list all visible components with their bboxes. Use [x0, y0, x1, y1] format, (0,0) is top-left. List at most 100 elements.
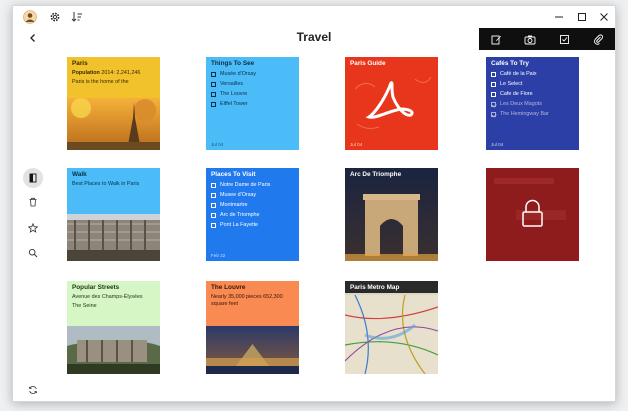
checklist-icon: [559, 34, 569, 44]
avatar-icon: [23, 10, 37, 24]
new-checklist-button[interactable]: [547, 28, 581, 50]
note-arc-de-triomphe[interactable]: Arc De Triomphe: [345, 168, 438, 261]
checkbox[interactable]: [211, 81, 216, 87]
note-title: Places To Visit: [211, 171, 256, 178]
checklist-item-label: Café de la Paix: [500, 70, 537, 77]
checklist-item[interactable]: Le Select: [486, 79, 579, 89]
checklist-item-checked[interactable]: Les Deux Magots: [486, 99, 579, 109]
checkbox[interactable]: [211, 222, 216, 228]
checkbox[interactable]: [211, 212, 216, 218]
note-title: Walk: [72, 171, 87, 178]
note-cafes-to-try[interactable]: Cafés To Try Café de la Paix Le Select C…: [486, 57, 579, 150]
note-title: Paris: [72, 60, 88, 67]
note-walk[interactable]: Walk Best Places to Walk in Paris: [67, 168, 160, 261]
edit-icon: [491, 35, 501, 44]
sidebar-notes-button[interactable]: [23, 168, 43, 188]
note-locked[interactable]: [486, 168, 579, 261]
checklist-item[interactable]: Notre Dame de Paris: [206, 180, 299, 190]
note-title: Paris Guide: [350, 60, 386, 67]
eiffel-tower-photo: [67, 98, 160, 150]
checklist-item[interactable]: Cafe de Flore: [486, 89, 579, 99]
sync-button[interactable]: [23, 380, 43, 400]
new-photo-note-button[interactable]: [513, 28, 547, 50]
checklist-item-label: Notre Dame de Paris: [220, 181, 271, 188]
new-attachment-button[interactable]: [581, 28, 615, 50]
note-paris[interactable]: Paris Population 2014: 2,241,246 Paris i…: [67, 57, 160, 150]
note-things-to-see[interactable]: Things To See Musée d'Orsay Versailles T…: [206, 57, 299, 150]
gear-icon: [50, 12, 60, 22]
checkbox[interactable]: [211, 192, 216, 198]
checklist-item-label: Les Deux Magots: [500, 100, 542, 107]
avatar[interactable]: [21, 6, 39, 28]
checklist-item-label: The Louvre: [220, 90, 248, 97]
checkbox[interactable]: [491, 91, 496, 97]
checklist-item[interactable]: Musée d'Orsay: [206, 69, 299, 79]
checklist-item[interactable]: Café de la Paix: [486, 69, 579, 79]
notes-icon: [29, 173, 37, 183]
note-places-to-visit[interactable]: Places To Visit Notre Dame de Paris Muse…: [206, 168, 299, 261]
checklist-item-label: The Hemingway Bar: [500, 110, 549, 117]
attach-icon: [593, 34, 603, 45]
search-icon: [28, 248, 38, 258]
checklist-item-label: Le Select: [500, 80, 523, 87]
note-date: Jul 04: [350, 142, 363, 147]
checklist-item-checked[interactable]: The Hemingway Bar: [486, 109, 579, 119]
checkbox[interactable]: [491, 71, 496, 77]
checkbox[interactable]: [211, 182, 216, 188]
settings-button[interactable]: [47, 6, 63, 28]
checklist-item[interactable]: Versailles: [206, 79, 299, 89]
sort-button[interactable]: [69, 6, 85, 28]
checkbox-checked[interactable]: [491, 111, 496, 117]
checkbox-checked[interactable]: [491, 101, 496, 107]
maximize-button[interactable]: [571, 6, 593, 28]
maximize-icon: [578, 13, 586, 21]
note-title: The Louvre: [211, 284, 246, 291]
checkbox[interactable]: [211, 71, 216, 77]
streets-photo: [67, 326, 160, 374]
checklist-item-label: Eiffel Tower: [220, 100, 248, 107]
minimize-button[interactable]: [548, 6, 570, 28]
new-note-toolbar: [479, 28, 615, 50]
checkbox[interactable]: [211, 101, 216, 107]
checklist-item[interactable]: The Louvre: [206, 89, 299, 99]
checklist-item-label: Montmartre: [220, 201, 248, 208]
note-title: Paris Metro Map: [345, 281, 438, 293]
checklist-item-label: Cafe de Flore: [500, 90, 533, 97]
checklist-item[interactable]: Eiffel Tower: [206, 99, 299, 109]
app-window: Travel Paris Population 2014: 2,241,246 …: [12, 5, 616, 402]
sidebar-favorites-button[interactable]: [23, 218, 43, 238]
checklist-item[interactable]: Pont La Fayette: [206, 220, 299, 230]
note-text-line: The Seine: [72, 303, 97, 309]
note-paris-guide[interactable]: Paris Guide Jul 04: [345, 57, 438, 150]
camera-icon: [524, 35, 536, 44]
checkbox[interactable]: [211, 91, 216, 97]
note-paris-metro-map[interactable]: Paris Metro Map: [345, 281, 438, 374]
population-label: Population: [72, 70, 100, 76]
sidebar-search-button[interactable]: [23, 243, 43, 263]
checklist-item[interactable]: Montmartre: [206, 200, 299, 210]
checklist-item-label: Versailles: [220, 80, 244, 87]
louvre-photo: [206, 326, 299, 374]
note-the-louvre[interactable]: The Louvre Nearly 35,000 pieces 652,300 …: [206, 281, 299, 374]
note-text-line: Avenue des Champs-Élysées: [72, 294, 143, 300]
checklist-item-label: Pont La Fayette: [220, 221, 259, 228]
note-text: Best Places to Walk in Paris: [72, 181, 140, 187]
checklist-item[interactable]: Musee d'Orsay: [206, 190, 299, 200]
lock-icon: [494, 178, 566, 227]
sync-icon: [28, 386, 38, 394]
new-text-note-button[interactable]: [479, 28, 513, 50]
walk-photo: [67, 214, 160, 261]
population-value: 2014: 2,241,246: [101, 70, 141, 76]
note-popular-streets[interactable]: Popular Streets Avenue des Champs-Élysée…: [67, 281, 160, 374]
checkbox[interactable]: [211, 202, 216, 208]
checkbox[interactable]: [491, 81, 496, 87]
note-date: Jul 04: [211, 142, 224, 147]
arc-de-triomphe-photo: [345, 168, 438, 261]
checklist-item-label: Arc de Triomphe: [220, 211, 260, 218]
checklist-item[interactable]: Arc de Triomphe: [206, 210, 299, 220]
metro-map-image: [345, 295, 438, 374]
close-button[interactable]: [593, 6, 615, 28]
sort-icon: [71, 12, 82, 22]
pdf-icon: [354, 76, 432, 129]
sidebar-trash-button[interactable]: [23, 192, 43, 212]
